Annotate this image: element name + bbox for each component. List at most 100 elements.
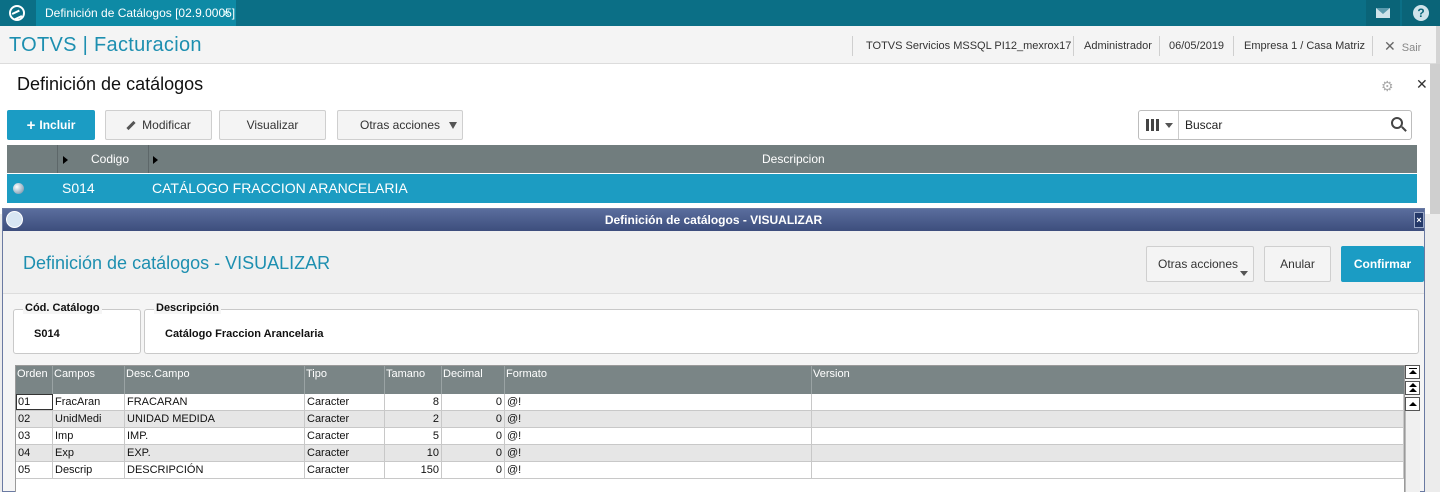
search-icon[interactable]	[1391, 117, 1403, 129]
description-value: Catálogo Fraccion Arancelaria	[165, 328, 324, 340]
company-info[interactable]: Empresa 1 / Casa Matriz	[1244, 40, 1365, 52]
grid-scrollbar-track[interactable]	[1405, 411, 1420, 492]
cell-formato[interactable]: @!	[505, 411, 812, 427]
cell-version[interactable]	[812, 428, 1404, 444]
cell-desc-campo[interactable]: FRACARAN	[125, 394, 305, 410]
search-input[interactable]	[1185, 115, 1375, 135]
cell-formato[interactable]: @!	[505, 428, 812, 444]
top-tab-bar: Definición de Catálogos [02.9.0005] × ?	[0, 0, 1440, 26]
other-actions-label: Otras acciones	[360, 118, 441, 132]
cell-version[interactable]	[812, 462, 1404, 478]
scroll-top-button[interactable]	[1405, 365, 1420, 379]
column-header-formato[interactable]: Formato	[506, 368, 547, 380]
tab-close-icon[interactable]: ×	[223, 0, 230, 26]
close-icon[interactable]: ×	[1414, 212, 1424, 228]
columns-icon[interactable]	[1139, 111, 1179, 139]
dialog-other-actions-button[interactable]: Otras acciones	[1146, 246, 1254, 282]
column-header-descripcion[interactable]: Descripcion	[762, 145, 825, 173]
cell-desc-campo[interactable]: EXP.	[125, 445, 305, 461]
sort-arrow-icon[interactable]	[153, 156, 158, 164]
modify-button[interactable]: Modificar	[105, 110, 212, 140]
cell-version[interactable]	[812, 445, 1404, 461]
exit-button[interactable]: ✕ Sair	[1384, 38, 1421, 55]
column-header-campos[interactable]: Campos	[54, 368, 95, 380]
view-label: Visualizar	[246, 118, 299, 132]
cell-decimal[interactable]: 0	[442, 445, 505, 461]
help-icon[interactable]: ?	[1402, 0, 1440, 26]
fields-grid: Orden Campos Desc.Campo Tipo Tamano Deci…	[15, 365, 1405, 492]
column-header-tamano[interactable]: Tamano	[386, 368, 425, 380]
page-scrollbar[interactable]	[1430, 64, 1440, 214]
cell-orden[interactable]: 01	[16, 394, 53, 410]
table-row[interactable]: 01 FracAran FRACARAN Caracter 8 0 @!	[16, 394, 1404, 411]
cell-tipo[interactable]: Caracter	[305, 462, 385, 478]
column-header-orden[interactable]: Orden	[17, 368, 48, 380]
cell-tamano[interactable]: 5	[385, 428, 442, 444]
code-value: S014	[34, 328, 60, 340]
other-actions-button[interactable]: Otras acciones	[337, 110, 463, 140]
column-header-tipo[interactable]: Tipo	[306, 368, 327, 380]
chevron-down-icon	[1240, 271, 1248, 276]
column-header-codigo[interactable]: Codigo	[91, 145, 129, 173]
cell-orden[interactable]: 03	[16, 428, 53, 444]
header-divider	[1159, 36, 1160, 56]
cell-campos[interactable]: FracAran	[53, 394, 125, 410]
exit-label: Sair	[1401, 42, 1422, 54]
cell-version[interactable]	[812, 394, 1404, 410]
cell-decimal[interactable]: 0	[442, 428, 505, 444]
cell-desc-campo[interactable]: IMP.	[125, 428, 305, 444]
cell-version[interactable]	[812, 411, 1404, 427]
column-header-version[interactable]: Version	[813, 368, 850, 380]
cell-orden[interactable]: 04	[16, 445, 53, 461]
cell-decimal[interactable]: 0	[442, 462, 505, 478]
cell-tipo[interactable]: Caracter	[305, 394, 385, 410]
dialog-window-title: Definición de catálogos - VISUALIZAR	[604, 213, 823, 227]
table-row[interactable]: 05 Descrip DESCRIPCIÓN Caracter 150 0 @!	[16, 462, 1404, 479]
code-field[interactable]: Cód. Catálogo S014	[13, 302, 141, 354]
dialog-header: Definición de catálogos - VISUALIZAR Otr…	[3, 231, 1424, 293]
cell-decimal[interactable]: 0	[442, 411, 505, 427]
server-info: TOTVS Servicios MSSQL PI12_mexrox17	[866, 40, 1072, 52]
totvs-logo-icon[interactable]	[0, 0, 34, 26]
cell-campos[interactable]: Descrip	[53, 462, 125, 478]
header-divider	[1372, 36, 1373, 56]
cell-formato[interactable]: @!	[505, 462, 812, 478]
cell-tamano[interactable]: 150	[385, 462, 442, 478]
table-row[interactable]: S014 CATÁLOGO FRACCION ARANCELARIA	[7, 174, 1417, 203]
column-header-decimal[interactable]: Decimal	[443, 368, 483, 380]
cell-tamano[interactable]: 10	[385, 445, 442, 461]
cell-tipo[interactable]: Caracter	[305, 445, 385, 461]
scroll-page-up-button[interactable]	[1405, 381, 1420, 395]
cell-orden[interactable]: 05	[16, 462, 53, 478]
scroll-up-button[interactable]	[1405, 397, 1420, 411]
column-header-desc-campo[interactable]: Desc.Campo	[126, 368, 190, 380]
cell-campos[interactable]: UnidMedi	[53, 411, 125, 427]
cell-orden[interactable]: 02	[16, 411, 53, 427]
cell-desc-campo[interactable]: UNIDAD MEDIDA	[125, 411, 305, 427]
include-button[interactable]: + Incluir	[7, 110, 95, 140]
cell-formato[interactable]: @!	[505, 445, 812, 461]
table-row[interactable]: 02 UnidMedi UNIDAD MEDIDA Caracter 2 0 @…	[16, 411, 1404, 428]
sort-arrow-icon[interactable]	[63, 156, 68, 164]
close-icon[interactable]: ✕	[1416, 76, 1428, 93]
view-button[interactable]: Visualizar	[219, 110, 326, 140]
cell-tipo[interactable]: Caracter	[305, 411, 385, 427]
chevron-down-icon	[449, 122, 457, 129]
dialog-divider	[3, 293, 1424, 294]
cell-desc-campo[interactable]: DESCRIPCIÓN	[125, 462, 305, 478]
cell-decimal[interactable]: 0	[442, 394, 505, 410]
cell-formato[interactable]: @!	[505, 394, 812, 410]
cell-campos[interactable]: Exp	[53, 445, 125, 461]
confirm-button[interactable]: Confirmar	[1341, 246, 1424, 282]
cancel-button[interactable]: Anular	[1264, 246, 1331, 282]
description-field[interactable]: Descripción Catálogo Fraccion Arancelari…	[144, 302, 1419, 354]
gear-icon[interactable]: ⚙	[1381, 78, 1394, 95]
cell-tamano[interactable]: 2	[385, 411, 442, 427]
cell-tamano[interactable]: 8	[385, 394, 442, 410]
mail-icon[interactable]	[1366, 0, 1400, 26]
tab-definicion-catalogos[interactable]: Definición de Catálogos [02.9.0005] ×	[36, 0, 236, 26]
table-row[interactable]: 03 Imp IMP. Caracter 5 0 @!	[16, 428, 1404, 445]
cell-tipo[interactable]: Caracter	[305, 428, 385, 444]
cell-campos[interactable]: Imp	[53, 428, 125, 444]
table-row[interactable]: 04 Exp EXP. Caracter 10 0 @!	[16, 445, 1404, 462]
